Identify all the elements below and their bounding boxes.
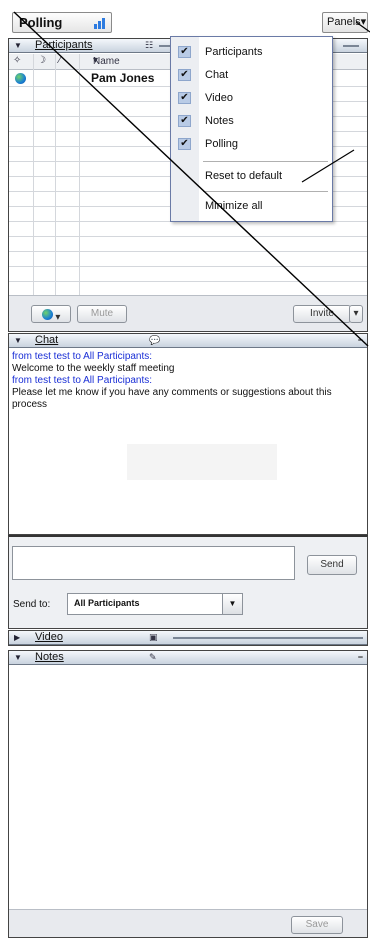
send-to-label: Send to:: [13, 599, 51, 610]
menu-item-label: Polling: [205, 138, 239, 150]
message-text: Please let me know if you have any comme…: [12, 387, 332, 410]
checkmark-icon: ✔: [178, 138, 191, 150]
menu-item-minimize-all[interactable]: Minimize all: [171, 195, 332, 217]
chat-message-input[interactable]: [12, 546, 295, 580]
table-row: [9, 222, 367, 237]
panels-menu-button[interactable]: Panels▾: [322, 12, 368, 33]
panels-label: Panels: [327, 16, 361, 28]
notes-footer: Save: [9, 909, 367, 937]
table-row: [9, 267, 367, 282]
chat-transcript: from test test to All Participants: Welc…: [9, 349, 367, 534]
menu-item-label: Minimize all: [205, 200, 263, 212]
menu-item-participants[interactable]: ✔ Participants: [171, 41, 332, 63]
chat-title: Chat: [35, 334, 59, 346]
minimize-icon[interactable]: −: [358, 335, 363, 345]
message-sender: from test test to All Participants:: [12, 351, 153, 362]
checkmark-icon: ✔: [178, 69, 191, 81]
notes-panel: ▼ Notes ✎ − Save: [8, 650, 368, 938]
save-button[interactable]: Save: [291, 916, 343, 934]
table-row: [9, 252, 367, 267]
participants-footer: ▾ Mute Invite ▾: [9, 295, 367, 331]
video-panel: ▶ Video ▣: [8, 630, 368, 646]
menu-item-notes[interactable]: ✔ Notes: [171, 110, 332, 132]
table-row: [9, 237, 367, 252]
pencil-icon: ✎: [149, 652, 157, 662]
globe-status-icon: [15, 73, 26, 84]
faint-overlay: [127, 444, 277, 480]
globe-icon: [41, 309, 53, 320]
collapse-triangle-icon[interactable]: ▼: [14, 653, 22, 662]
checkmark-icon: ✔: [178, 92, 191, 104]
send-button[interactable]: Send: [307, 555, 357, 575]
participant-name: Pam Jones: [91, 71, 155, 85]
name-column-header[interactable]: Name ▾: [93, 55, 120, 67]
collapse-triangle-icon[interactable]: ▼: [14, 336, 22, 345]
top-bar: Polling Panels▾: [0, 0, 370, 36]
expand-triangle-icon[interactable]: ▶: [14, 633, 20, 642]
polling-label: Polling: [19, 15, 63, 30]
people-icon: ☷: [145, 40, 154, 50]
menu-item-reset[interactable]: Reset to default: [171, 165, 332, 187]
menu-item-chat[interactable]: ✔ Chat: [171, 64, 332, 86]
status-button[interactable]: ▾: [31, 305, 71, 323]
video-panel-header[interactable]: ▶ Video ▣: [9, 631, 367, 645]
chat-bubble-icon: 💬: [149, 335, 161, 345]
notes-panel-header[interactable]: ▼ Notes ✎ −: [9, 651, 367, 665]
invite-button[interactable]: Invite: [293, 305, 351, 323]
status-column-icon[interactable]: ✧: [13, 55, 21, 66]
menu-item-label: Notes: [205, 115, 234, 127]
chevron-down-icon[interactable]: ▼: [222, 594, 242, 614]
chevron-down-icon: ▾: [360, 16, 367, 28]
chat-compose-area: Send Send to: All Participants ▼: [8, 535, 368, 629]
menu-item-label: Reset to default: [205, 170, 283, 182]
notes-title: Notes: [35, 651, 64, 663]
chat-panel-header[interactable]: ▼ Chat 💬 −: [9, 334, 367, 348]
collapse-triangle-icon[interactable]: ▼: [14, 41, 22, 50]
polling-button[interactable]: Polling: [12, 12, 112, 33]
menu-item-polling[interactable]: ✔ Polling: [171, 133, 332, 155]
menu-item-label: Chat: [205, 69, 229, 81]
header-grip[interactable]: [173, 637, 363, 639]
meeting-panels-window: Polling Panels▾ ▼ Participants ☷ ✧ ☽ ⁄ N…: [0, 0, 370, 940]
checkmark-icon: ✔: [178, 46, 191, 58]
participants-title: Participants: [35, 39, 93, 51]
menu-separator: [203, 191, 328, 192]
hand-column-icon[interactable]: ☽: [37, 55, 46, 66]
send-to-value: All Participants: [74, 598, 140, 608]
video-icon: ▣: [149, 632, 158, 642]
menu-item-label: Video: [205, 92, 233, 104]
menu-item-video[interactable]: ✔ Video: [171, 87, 332, 109]
message-text: Welcome to the weekly staff meeting: [12, 363, 175, 374]
mic-column-icon[interactable]: ⁄: [59, 55, 61, 66]
send-to-select[interactable]: All Participants ▼: [67, 593, 243, 615]
menu-item-label: Participants: [205, 46, 263, 58]
checkmark-icon: ✔: [178, 115, 191, 127]
message-sender: from test test to All Participants:: [12, 375, 153, 386]
panels-dropdown-menu: ✔ Participants ✔ Chat ✔ Video ✔ Notes ✔ …: [170, 36, 333, 222]
bar-chart-icon: [94, 18, 105, 29]
minimize-icon[interactable]: −: [358, 652, 363, 662]
video-title: Video: [35, 631, 63, 643]
chat-panel: ▼ Chat 💬 − from test test to All Partici…: [8, 333, 368, 535]
menu-separator: [203, 161, 328, 162]
invite-dropdown-button[interactable]: ▾: [349, 305, 363, 323]
mute-button[interactable]: Mute: [77, 305, 127, 323]
header-grip-right[interactable]: [343, 45, 359, 47]
